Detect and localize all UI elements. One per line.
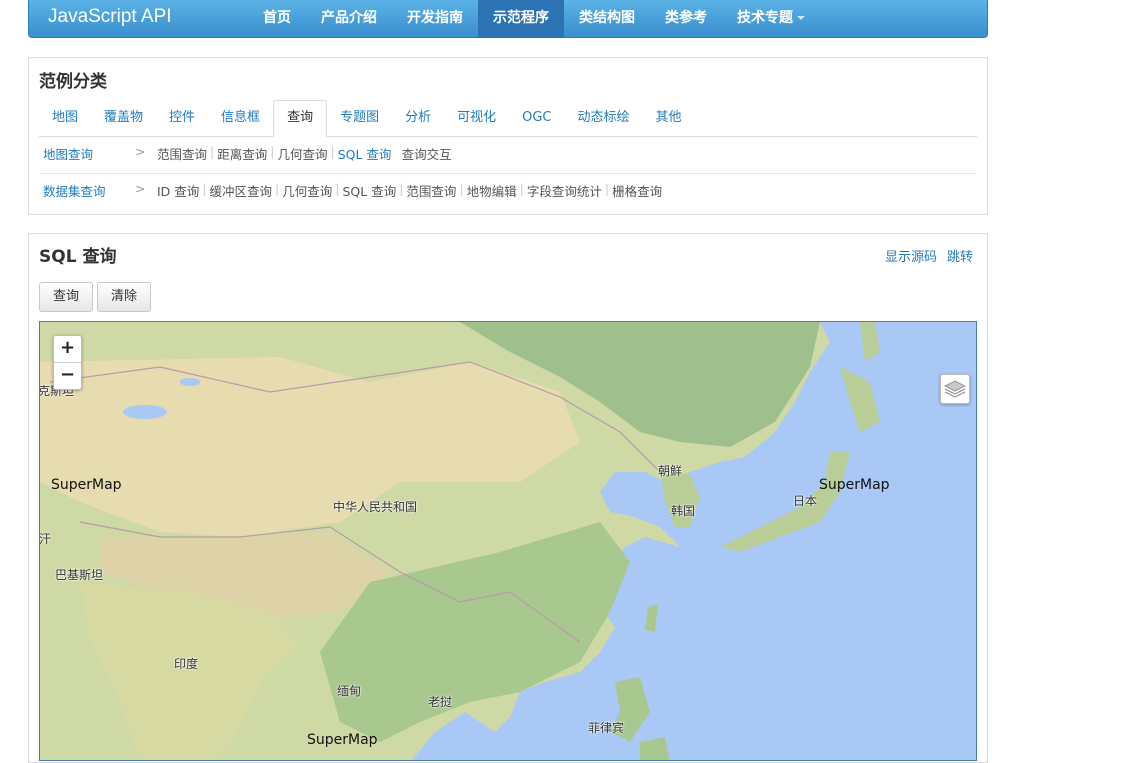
map-label-myanmar: 缅甸 bbox=[337, 684, 362, 698]
nav-item-dev-guide[interactable]: 开发指南 bbox=[392, 0, 478, 38]
link-buffer-query[interactable]: 缓冲区查询 bbox=[210, 181, 273, 200]
subrow-links: ID 查询 | 缓冲区查询 | 几何查询 | SQL 查询 | 范围查询 | 地物编辑 | … bbox=[157, 181, 662, 200]
land-hainan bbox=[485, 670, 502, 686]
tab-visualization[interactable]: 可视化 bbox=[444, 100, 509, 136]
map-watermark: SuperMap bbox=[819, 477, 890, 493]
show-source-link[interactable]: 显示源码 bbox=[885, 246, 937, 265]
brand-title[interactable]: JavaScript API bbox=[48, 6, 172, 28]
top-navbar: JavaScript API 首页 产品介绍 开发指南 示范程序 类结构图 类参… bbox=[28, 0, 988, 38]
lake bbox=[180, 378, 200, 386]
tab-plotting[interactable]: 动态标绘 bbox=[565, 100, 643, 136]
divider: | bbox=[459, 181, 464, 196]
demo-title: SQL 查询 bbox=[39, 247, 117, 267]
tab-control[interactable]: 控件 bbox=[156, 100, 208, 136]
divider: | bbox=[604, 181, 610, 196]
map-basemap bbox=[40, 322, 880, 760]
divider: | bbox=[519, 181, 524, 196]
map-label-laos: 老挝 bbox=[428, 695, 453, 709]
map-label-china: 中华人民共和国 bbox=[333, 500, 418, 514]
tab-analysis[interactable]: 分析 bbox=[392, 100, 444, 136]
layers-icon bbox=[944, 380, 966, 398]
map-label-pakistan: 巴基斯坦 bbox=[55, 568, 104, 582]
category-tabs: 地图 覆盖物 控件 信息框 查询 专题图 分析 可视化 OGC 动态标绘 其他 bbox=[39, 100, 977, 137]
divider: | bbox=[330, 144, 335, 159]
divider: | bbox=[210, 144, 215, 159]
category-title: 范例分类 bbox=[39, 72, 107, 92]
nav-item-home[interactable]: 首页 bbox=[248, 0, 306, 38]
link-geometry-query[interactable]: 几何查询 bbox=[282, 181, 332, 200]
caret-down-icon bbox=[797, 16, 805, 20]
subrow-dataset-query: 数据集查询 > ID 查询 | 缓冲区查询 | 几何查询 | SQL 查询 | 范围查询… bbox=[39, 174, 977, 210]
tab-thematic[interactable]: 专题图 bbox=[327, 100, 392, 136]
map-label-north-korea: 朝鲜 bbox=[658, 464, 683, 478]
lake bbox=[123, 405, 167, 419]
demo-links: 显示源码 跳转 bbox=[875, 246, 973, 265]
link-id-query[interactable]: ID 查询 bbox=[157, 181, 199, 200]
map-view[interactable]: 克斯坦 汗 巴基斯坦 中华人民共和国 朝鲜 韩国 日本 印度 缅甸 老挝 菲律宾… bbox=[39, 321, 977, 761]
subrow-separator: > bbox=[135, 181, 146, 196]
nav-item-tech-topics-label: 技术专题 bbox=[737, 10, 793, 26]
divider: | bbox=[394, 144, 398, 163]
nav-item-tech-topics[interactable]: 技术专题 bbox=[722, 0, 820, 38]
subrow-map-query: 地图查询 > 范围查询| 距离查询| 几何查询| SQL 查询| 查询交互 bbox=[39, 137, 977, 174]
map-watermark: SuperMap bbox=[51, 477, 122, 493]
map-label-south-korea: 韩国 bbox=[671, 504, 696, 518]
link-sql-query[interactable]: SQL 查询 bbox=[338, 144, 392, 163]
map-label-afghanistan: 汗 bbox=[39, 532, 52, 546]
link-query-interaction[interactable]: 查询交互 bbox=[402, 144, 452, 163]
tab-map[interactable]: 地图 bbox=[39, 100, 91, 136]
subrow-head-map-query[interactable]: 地图查询 bbox=[43, 144, 93, 163]
jump-link[interactable]: 跳转 bbox=[947, 246, 973, 265]
map-watermark: SuperMap bbox=[307, 732, 378, 748]
layer-switcher-button[interactable] bbox=[940, 374, 970, 404]
tab-other[interactable]: 其他 bbox=[643, 100, 695, 136]
link-feature-edit[interactable]: 地物编辑 bbox=[467, 181, 517, 200]
subrow-separator: > bbox=[135, 144, 146, 159]
map-label-philippines: 菲律宾 bbox=[588, 721, 625, 735]
divider: | bbox=[275, 181, 280, 196]
link-grid-query[interactable]: 栅格查询 bbox=[612, 181, 662, 200]
category-panel: 范例分类 地图 覆盖物 控件 信息框 查询 专题图 分析 可视化 OGC 动态标… bbox=[28, 57, 988, 215]
query-button[interactable]: 查询 bbox=[39, 282, 93, 312]
link-range-query[interactable]: 范围查询 bbox=[406, 181, 456, 200]
nav-menu: 首页 产品介绍 开发指南 示范程序 类结构图 类参考 技术专题 bbox=[248, 0, 820, 38]
link-range-query[interactable]: 范围查询 bbox=[157, 144, 207, 163]
divider: | bbox=[202, 181, 207, 196]
subrow-head-dataset-query[interactable]: 数据集查询 bbox=[43, 181, 106, 200]
nav-item-class-diagram[interactable]: 类结构图 bbox=[564, 0, 650, 38]
nav-item-product[interactable]: 产品介绍 bbox=[306, 0, 392, 38]
map-label-india: 印度 bbox=[174, 657, 199, 671]
divider: | bbox=[335, 181, 340, 196]
zoom-in-button[interactable]: + bbox=[54, 336, 81, 362]
subrow-links: 范围查询| 距离查询| 几何查询| SQL 查询| 查询交互 bbox=[157, 144, 452, 163]
land-taiwan bbox=[645, 604, 658, 632]
tab-ogc[interactable]: OGC bbox=[509, 100, 564, 136]
map-label-japan: 日本 bbox=[793, 494, 818, 508]
land-sakhalin bbox=[860, 322, 880, 362]
link-sql-query[interactable]: SQL 查询 bbox=[342, 181, 396, 200]
nav-item-class-reference[interactable]: 类参考 bbox=[650, 0, 722, 38]
clear-button[interactable]: 清除 bbox=[97, 282, 151, 312]
divider: | bbox=[270, 144, 275, 159]
link-geometry-query[interactable]: 几何查询 bbox=[277, 144, 327, 163]
zoom-out-button[interactable]: − bbox=[54, 362, 81, 389]
link-field-statistics[interactable]: 字段查询统计 bbox=[527, 181, 602, 200]
tab-query[interactable]: 查询 bbox=[273, 100, 328, 137]
tab-overlay[interactable]: 覆盖物 bbox=[91, 100, 156, 136]
tab-infowindow[interactable]: 信息框 bbox=[208, 100, 273, 136]
divider: | bbox=[399, 181, 404, 196]
link-distance-query[interactable]: 距离查询 bbox=[217, 144, 267, 163]
zoom-control: + − bbox=[53, 335, 82, 390]
nav-item-samples[interactable]: 示范程序 bbox=[478, 0, 564, 38]
